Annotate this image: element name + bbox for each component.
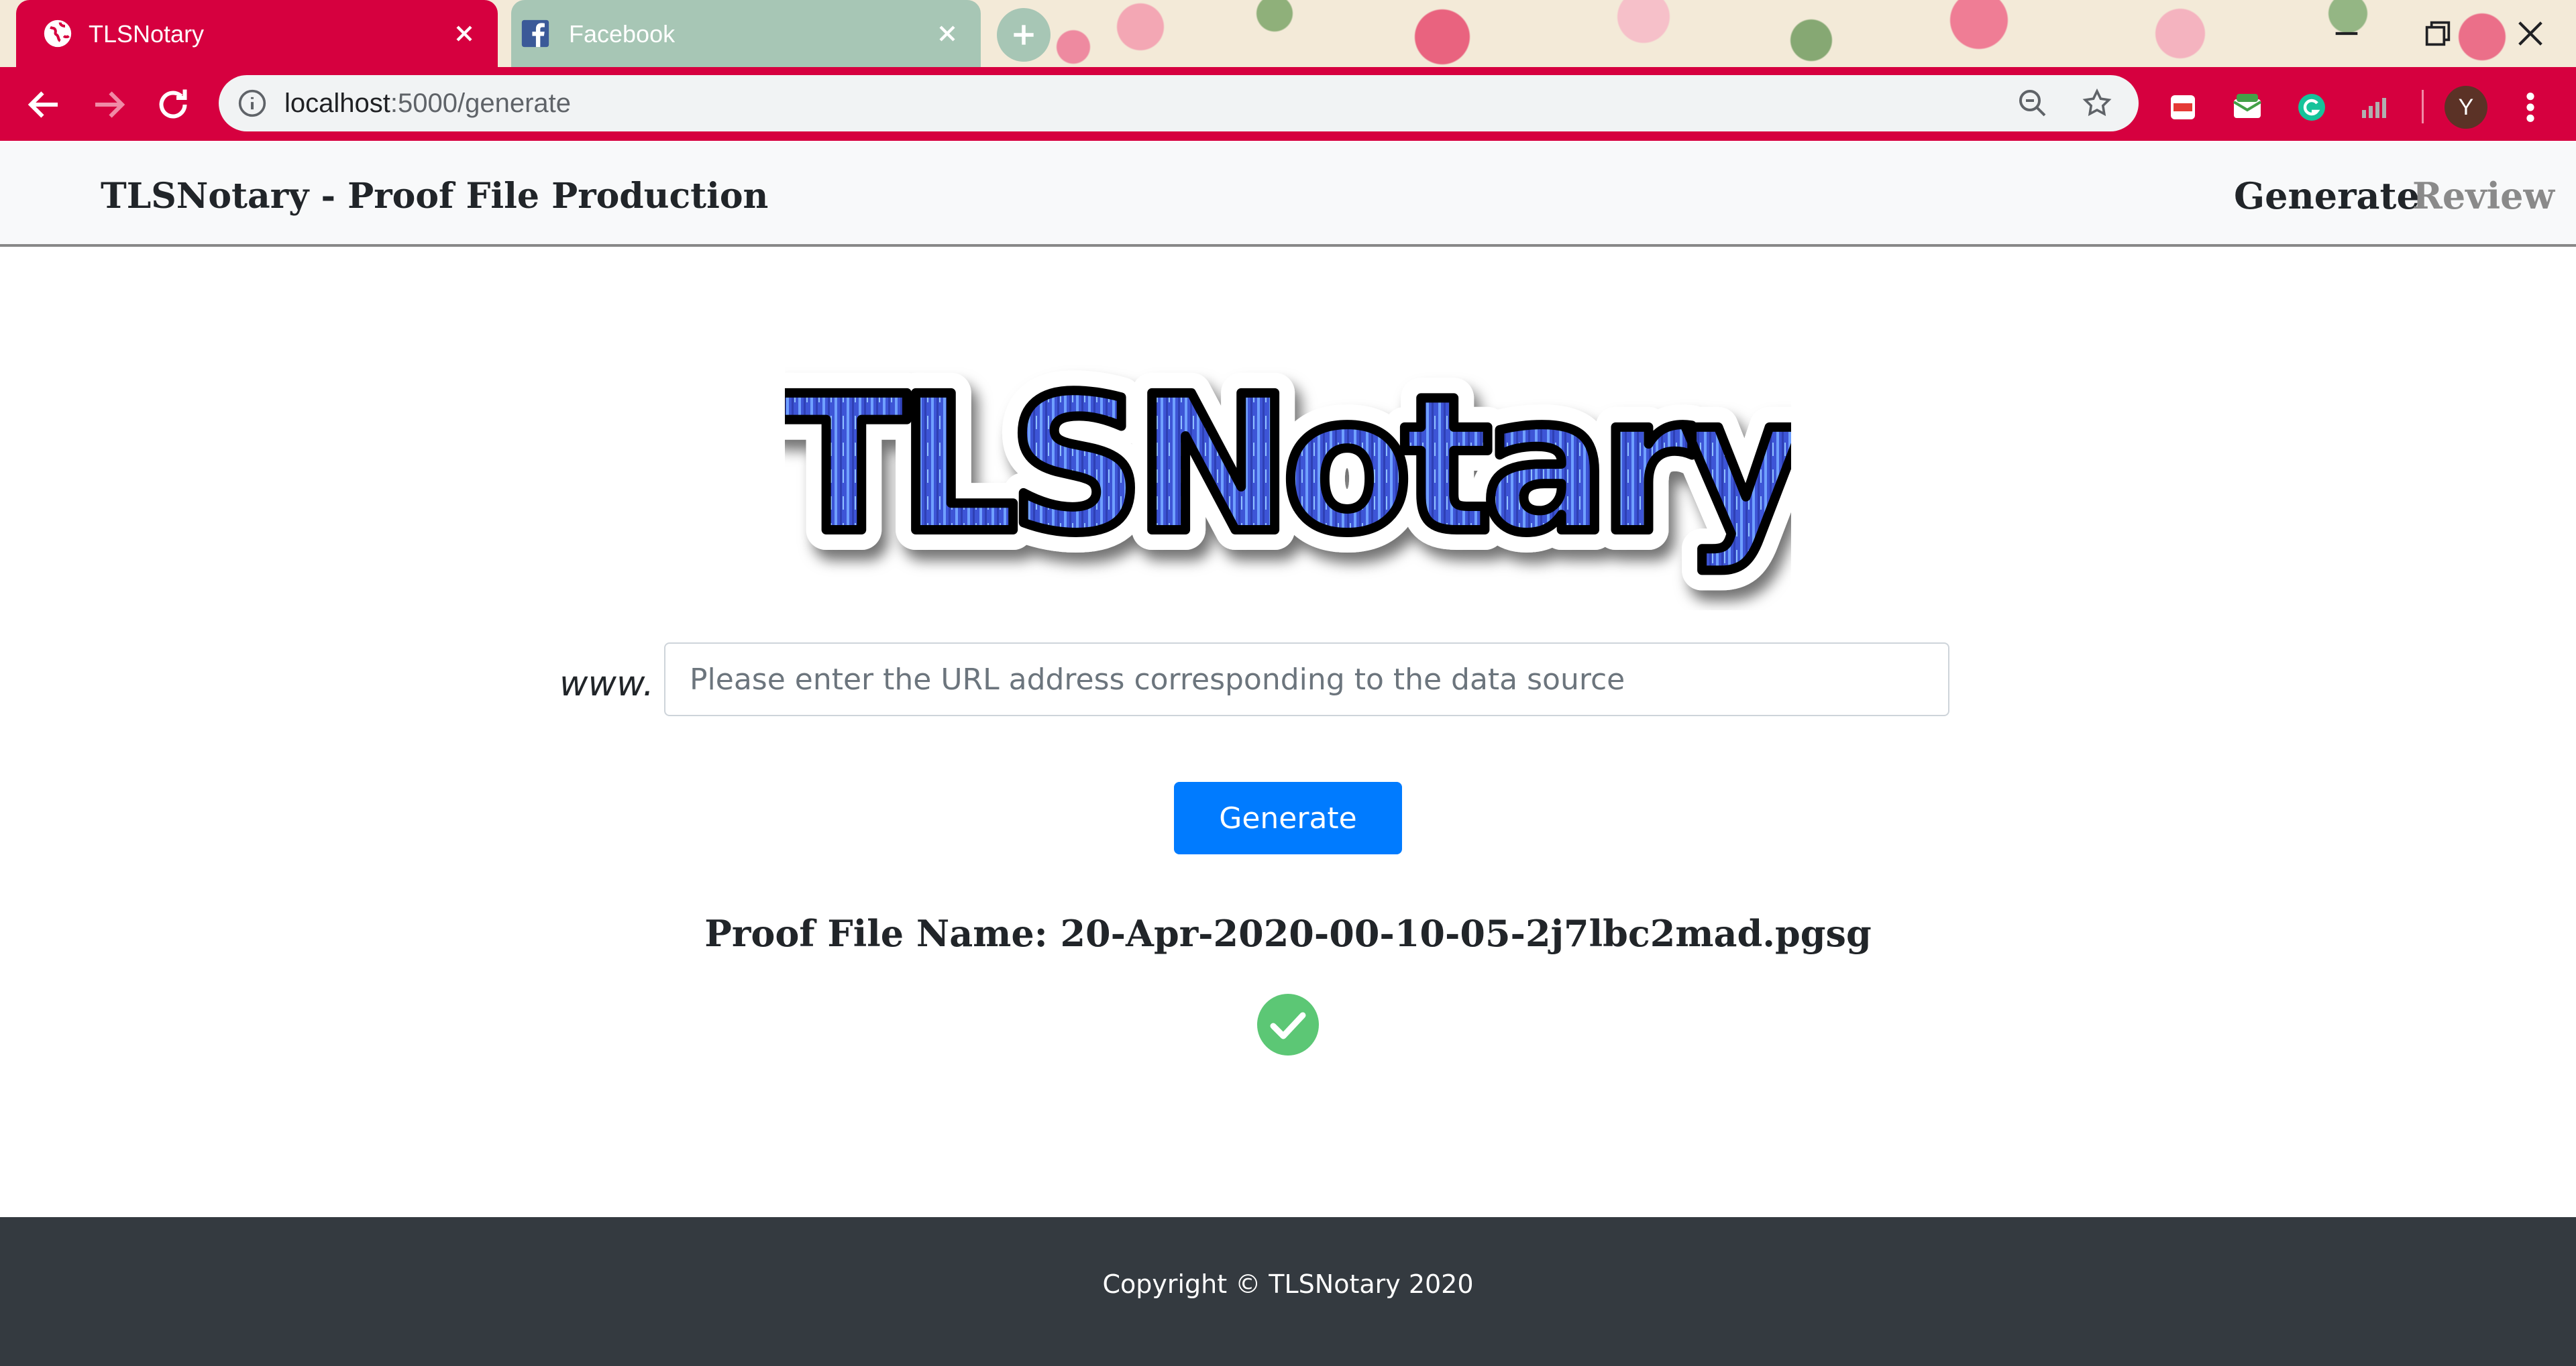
minimize-icon[interactable]	[2328, 15, 2365, 52]
analytics-icon[interactable]	[2360, 91, 2392, 123]
nav-link-generate[interactable]: Generate	[2234, 174, 2420, 217]
proof-file-name: Proof File Name: 20-Apr-2020-00-10-05-2j…	[704, 912, 1872, 955]
tab-facebook[interactable]: Facebook	[511, 0, 981, 67]
site-footer: Copyright © TLSNotary 2020	[0, 1217, 2576, 1366]
forward-arrow-icon[interactable]	[89, 84, 129, 125]
back-arrow-icon[interactable]	[24, 84, 64, 125]
plus-icon	[1014, 25, 1034, 45]
url-text[interactable]: localhost:5000/generate	[284, 89, 571, 119]
tab-title: TLSNotary	[89, 20, 205, 48]
globe-icon	[44, 19, 72, 48]
info-icon[interactable]	[237, 89, 267, 118]
tlsnotary-logo: TLSNotary TLSNotary	[785, 336, 1791, 595]
reload-icon[interactable]	[153, 84, 193, 125]
generate-button[interactable]: Generate	[1174, 782, 1402, 854]
bookmark-star-icon[interactable]	[2081, 87, 2113, 119]
close-window-icon[interactable]	[2512, 15, 2549, 52]
close-icon[interactable]	[934, 20, 961, 47]
site-brand[interactable]: TLSNotary - Proof File Production	[101, 176, 768, 217]
restore-icon[interactable]	[2419, 15, 2457, 52]
tab-title: Facebook	[569, 20, 676, 48]
profile-avatar[interactable]: Y	[2445, 86, 2487, 129]
tab-tlsnotary[interactable]: TLSNotary	[16, 0, 498, 67]
grammarly-icon[interactable]	[2296, 91, 2328, 123]
pdf-extension-icon[interactable]	[2167, 91, 2199, 123]
toolbar-divider	[2422, 90, 2424, 123]
close-icon[interactable]	[451, 20, 478, 47]
more-options-icon[interactable]	[2517, 89, 2544, 126]
url-input[interactable]	[664, 642, 1949, 716]
zoom-out-icon[interactable]	[2017, 87, 2049, 119]
mail-checker-icon[interactable]	[2231, 91, 2263, 123]
logo-text: TLSNotary	[785, 356, 1791, 575]
copyright-text: Copyright © TLSNotary 2020	[1102, 1269, 1474, 1299]
nav-link-review[interactable]: Review	[2412, 174, 2555, 217]
success-check-icon	[1257, 994, 1319, 1056]
new-tab-button[interactable]	[997, 8, 1051, 62]
url-host: localhost	[284, 89, 390, 118]
address-bar[interactable]: localhost:5000/generate	[219, 75, 2139, 131]
browser-titlebar: TLSNotary Facebook	[0, 0, 2576, 67]
facebook-icon	[521, 19, 549, 48]
url-prefix-label: www.	[559, 664, 654, 704]
url-path: :5000/generate	[390, 89, 571, 118]
site-navbar: TLSNotary - Proof File Production Genera…	[0, 142, 2576, 247]
